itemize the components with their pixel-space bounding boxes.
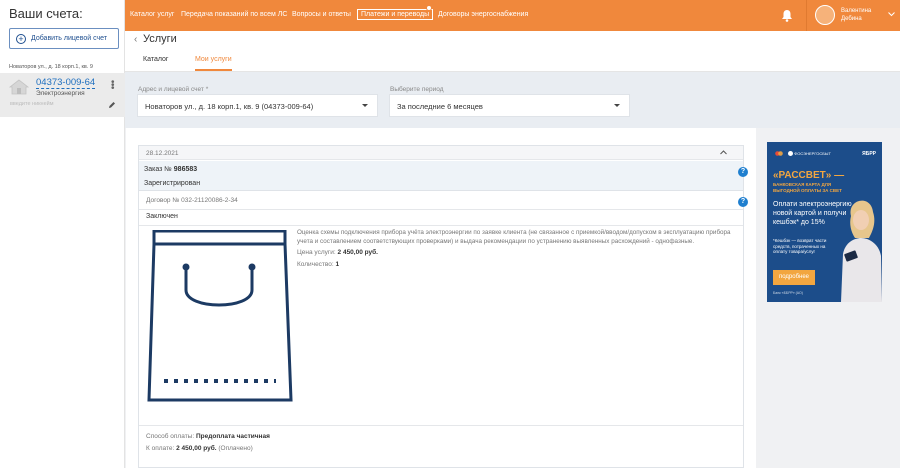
payment-value: Предоплата частичная	[195, 433, 270, 440]
order-number-prefix: Заказ №	[144, 166, 172, 173]
nav-payments[interactable]: Платежи и переводы	[357, 9, 434, 20]
top-navigation: Каталог услуг Передача показаний по всем…	[125, 0, 900, 31]
ad-cashback-note: *Кешбэк — возврат части средств, потраче…	[773, 238, 827, 254]
order-date: 28.12.2021	[146, 150, 179, 157]
filters-panel: Адрес и лицевой счет * Новаторов ул., д.…	[125, 72, 900, 128]
mastercard-icon	[775, 151, 783, 157]
notification-dot	[426, 5, 432, 11]
avatar	[815, 5, 835, 25]
service-description: Оценка схемы подключения прибора учёта э…	[297, 229, 731, 245]
more-dots-icon[interactable]: • • •	[111, 78, 115, 94]
ad-legal: Банк «ББРР» (АО)	[773, 291, 803, 295]
order-card: 28.12.2021 Заказ № 986583 Зарегистрирова…	[138, 145, 748, 468]
user-last-name: Дебина	[841, 16, 862, 22]
period-select[interactable]: За последние 6 месяцев	[389, 94, 630, 117]
plus-icon: +	[16, 33, 26, 44]
add-account-button[interactable]: + Добавить лицевой счет	[9, 28, 119, 49]
divider	[139, 209, 743, 210]
account-address: Новаторов ул., д. 18 корп.1, кв. 9	[9, 64, 93, 70]
contract-number: Договор № 032-21120086-2-34	[146, 197, 238, 204]
tab-my-services[interactable]: Мои услуги	[195, 56, 232, 71]
service-quantity: Количество: 1	[297, 261, 339, 268]
ad-details-button[interactable]: подробнее	[773, 270, 815, 285]
ad-logos: ФОСЭНЕРГОСБЫТ	[775, 151, 831, 157]
payment-label: Способ оплаты:	[146, 433, 195, 440]
caret-down-icon	[362, 104, 368, 107]
order-header: Заказ № 986583 Зарегистрирован ?	[139, 161, 748, 191]
amount-due: К оплате: 2 450,00 руб. (Оплачено)	[146, 445, 253, 452]
nav-contracts[interactable]: Договоры энергоснабжения	[438, 11, 528, 18]
energy-logo-icon	[788, 151, 794, 157]
account-card[interactable]: 04373-009-64 Электроэнергия введите никн…	[0, 73, 125, 117]
sidebar-title: Ваши счета:	[9, 6, 83, 21]
divider	[139, 225, 743, 226]
nav-catalog[interactable]: Каталог услуг	[130, 11, 174, 18]
price-value: 2 450,00 руб.	[337, 249, 378, 256]
add-account-label: Добавить лицевой счет	[31, 35, 108, 42]
woman-with-card-image	[841, 200, 882, 302]
due-note: (Оплачено)	[218, 445, 253, 452]
nav-readings[interactable]: Передача показаний по всем ЛС	[181, 11, 287, 18]
shopping-bag-icon	[147, 230, 293, 402]
qty-value: 1	[335, 261, 340, 268]
due-value: 2 450,00 руб.	[176, 445, 217, 452]
back-arrow-icon[interactable]: ‹	[134, 34, 137, 45]
pencil-icon[interactable]	[108, 101, 116, 109]
orders-panel: 28.12.2021 Заказ № 986583 Зарегистрирова…	[126, 128, 756, 468]
order-date-row[interactable]: 28.12.2021	[139, 146, 743, 160]
account-service: Электроэнергия	[36, 90, 85, 97]
ad-bank-name: ЯБРР	[862, 151, 876, 157]
order-number: Заказ № 986583	[144, 166, 197, 173]
page-header: ‹ Услуги Каталог Мои услуги	[125, 31, 900, 72]
address-field-label: Адрес и лицевой счет *	[138, 86, 209, 93]
payment-method: Способ оплаты: Предоплата частичная	[146, 433, 270, 440]
caret-down-icon	[614, 104, 620, 107]
divider	[139, 425, 743, 426]
help-icon[interactable]: ?	[738, 197, 748, 207]
account-number-link[interactable]: 04373-009-64	[36, 77, 96, 89]
contract-status: Заключен	[146, 213, 178, 220]
order-status: Зарегистрирован	[144, 180, 201, 187]
accounts-sidebar: Ваши счета: + Добавить лицевой счет Нова…	[0, 0, 125, 468]
user-menu[interactable]: Валентина Дебина	[806, 0, 900, 31]
account-nickname-placeholder[interactable]: введите никнейм	[10, 101, 54, 107]
service-price: Цена услуги: 2 450,00 руб.	[297, 249, 378, 256]
price-label: Цена услуги:	[297, 249, 336, 256]
ad-logo-text: ФОСЭНЕРГОСБЫТ	[794, 151, 831, 156]
page-title: Услуги	[143, 33, 177, 45]
chevron-down-icon	[888, 12, 895, 17]
tab-catalog[interactable]: Каталог	[143, 56, 168, 63]
help-icon[interactable]: ?	[738, 167, 748, 177]
chevron-up-icon[interactable]	[720, 150, 727, 155]
user-first-name: Валентина	[841, 8, 872, 14]
ad-title: «РАССВЕТ» —	[773, 170, 845, 181]
period-select-value: За последние 6 месяцев	[397, 102, 483, 111]
bank-card-ad[interactable]: ФОСЭНЕРГОСБЫТ ЯБРР «РАССВЕТ» — БАНКОВСКА…	[767, 142, 882, 302]
period-field-label: Выберите период	[390, 86, 444, 93]
house-icon	[9, 79, 29, 95]
user-name: Валентина Дебина	[841, 7, 871, 23]
ad-subtitle: БАНКОВСКАЯ КАРТА ДЛЯ ВЫГОДНОЙ ОПЛАТЫ ЗА …	[773, 182, 842, 193]
nav-faq[interactable]: Вопросы и ответы	[292, 11, 351, 18]
bell-icon[interactable]	[781, 9, 793, 22]
address-select[interactable]: Новаторов ул., д. 18 корп.1, кв. 9 (0437…	[137, 94, 378, 117]
order-number-value: 986583	[173, 166, 198, 173]
due-label: К оплате:	[146, 445, 175, 452]
address-select-value: Новаторов ул., д. 18 корп.1, кв. 9 (0437…	[145, 102, 314, 111]
qty-label: Количество:	[297, 261, 334, 268]
